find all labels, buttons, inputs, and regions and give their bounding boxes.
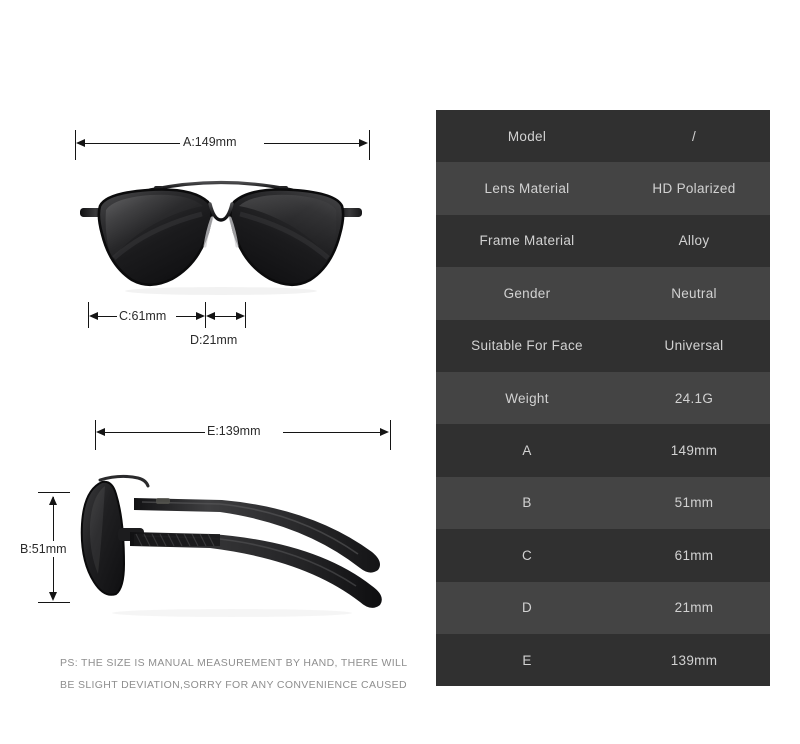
- table-row: Frame Material Alloy: [436, 214, 770, 268]
- dimension-a-line-left: [80, 143, 180, 144]
- table-row: Lens Material HD Polarized: [436, 162, 770, 215]
- spec-value: Universal: [618, 319, 770, 372]
- disclaimer-line-1: PS: THE SIZE IS MANUAL MEASUREMENT BY HA…: [60, 657, 408, 669]
- dimension-b-arrow-down: [49, 592, 57, 601]
- spec-value: 149mm: [618, 424, 770, 477]
- dimension-b-label: B:51mm: [18, 541, 69, 557]
- spec-value: HD Polarized: [618, 162, 770, 215]
- dimension-a-label: A:149mm: [183, 135, 237, 149]
- spec-value: 24.1G: [618, 371, 770, 425]
- dimension-d-label: D:21mm: [190, 333, 238, 347]
- dimension-b-top-cap: [38, 492, 70, 493]
- product-diagram-panel: A:149mm C:61mm D:21mm E:139mm B:51mm PS:…: [0, 0, 436, 744]
- spec-key: Suitable For Face: [436, 319, 618, 372]
- dimension-c-label: C:61mm: [119, 309, 167, 323]
- sunglasses-front-view: [62, 162, 380, 297]
- spec-value: 51mm: [618, 476, 770, 530]
- dimension-a-arrow-left: [76, 139, 85, 147]
- dimension-d-arrow-left: [206, 312, 215, 320]
- dimension-e-arrow-right: [380, 428, 389, 436]
- dimension-a-right-cap: [369, 130, 370, 160]
- temple-grip-texture: [134, 533, 220, 547]
- table-row: Weight 24.1G: [436, 371, 770, 425]
- dimension-e-line-left: [100, 432, 205, 433]
- dimension-b-arrow-up: [49, 496, 57, 505]
- table-row: E 139mm: [436, 633, 770, 687]
- dimension-c-arrow-right: [196, 312, 205, 320]
- spec-key: Model: [436, 110, 618, 163]
- spec-value: Alloy: [618, 214, 770, 268]
- dimension-e-line-right: [283, 432, 386, 433]
- spec-key: C: [436, 529, 618, 582]
- spec-key: D: [436, 581, 618, 634]
- sunglasses-side-view: [72, 468, 402, 618]
- table-row: B 51mm: [436, 476, 770, 530]
- table-row: Suitable For Face Universal: [436, 319, 770, 372]
- spec-value: 61mm: [618, 529, 770, 582]
- table-row: C 61mm: [436, 529, 770, 582]
- spec-value: 139mm: [618, 633, 770, 687]
- dimension-b-bottom-cap: [38, 602, 70, 603]
- spec-value: /: [618, 110, 770, 163]
- spec-key: E: [436, 633, 618, 687]
- front-view-shadow: [125, 287, 317, 295]
- table-row: Model /: [436, 110, 770, 163]
- table-row: A 149mm: [436, 424, 770, 477]
- spec-value: Neutral: [618, 267, 770, 320]
- dimension-e-label: E:139mm: [207, 424, 261, 438]
- dimension-d-arrow-right: [236, 312, 245, 320]
- dimension-e-arrow-left: [96, 428, 105, 436]
- spec-value: 21mm: [618, 581, 770, 634]
- dimension-c-arrow-left: [89, 312, 98, 320]
- spec-key: Weight: [436, 371, 618, 425]
- dimension-a-line-right: [264, 143, 365, 144]
- spec-key: Lens Material: [436, 162, 618, 215]
- table-row: D 21mm: [436, 581, 770, 634]
- dimension-a-arrow-right: [359, 139, 368, 147]
- specification-table-body: Model / Lens Material HD Polarized Frame…: [436, 110, 770, 687]
- dimension-e-right-cap: [390, 420, 391, 450]
- side-view-shadow: [112, 609, 352, 617]
- specification-table: Model / Lens Material HD Polarized Frame…: [436, 110, 770, 687]
- temple-logo-plate: [156, 498, 170, 504]
- table-row: Gender Neutral: [436, 267, 770, 320]
- spec-key: B: [436, 476, 618, 530]
- dimension-d-right-cap: [245, 302, 246, 328]
- disclaimer-line-2: BE SLIGHT DEVIATION,SORRY FOR ANY CONVEN…: [60, 679, 407, 691]
- measurement-disclaimer: PS: THE SIZE IS MANUAL MEASUREMENT BY HA…: [60, 652, 420, 696]
- spec-key: Gender: [436, 267, 618, 320]
- spec-key: A: [436, 424, 618, 477]
- spec-key: Frame Material: [436, 214, 618, 268]
